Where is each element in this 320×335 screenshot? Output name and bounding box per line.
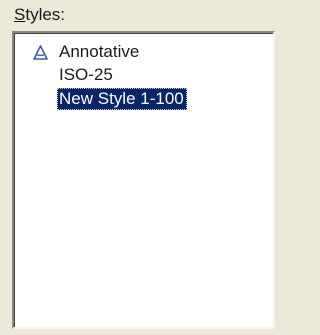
annotative-icon [33,45,48,60]
styles-label-text: tyles: [25,5,66,24]
styles-listbox[interactable]: Annotative ISO-25 New Style 1-100 [12,31,275,329]
styles-label-mnemonic: S [14,5,26,24]
style-item-iso-25[interactable]: ISO-25 [59,64,113,86]
styles-label: Styles: [14,5,65,25]
styles-panel: Styles: Annotative ISO-25 New Style 1-10… [0,0,289,335]
style-item-annotative[interactable]: Annotative [59,41,139,63]
style-item-new-style-1-100[interactable]: New Style 1-100 [57,88,187,110]
